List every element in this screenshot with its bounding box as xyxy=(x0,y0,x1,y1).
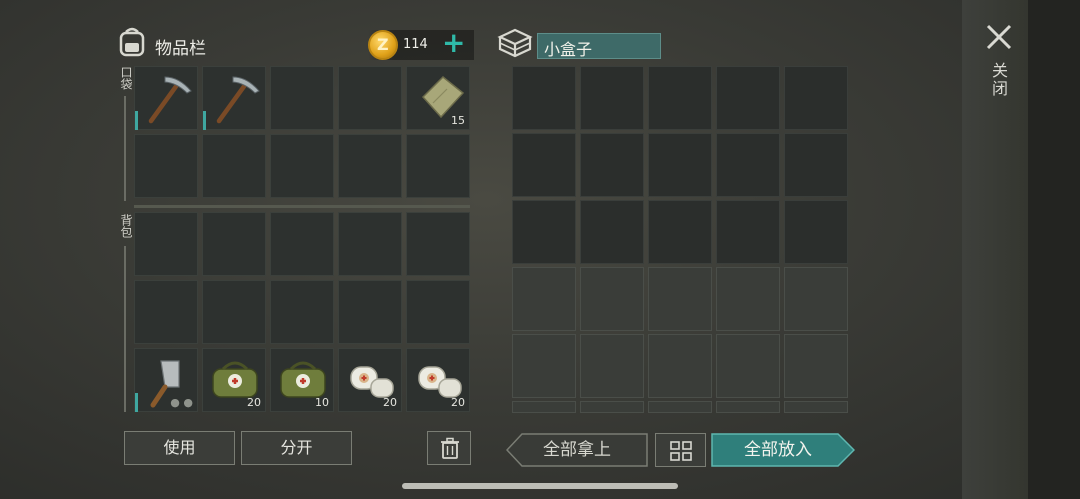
locked-slot xyxy=(716,267,780,331)
container-slot[interactable] xyxy=(580,200,644,264)
put-all-label: 全部放入 xyxy=(744,440,812,460)
container-slot[interactable] xyxy=(512,200,576,264)
item-count: 10 xyxy=(315,396,329,409)
container-slot[interactable] xyxy=(784,200,848,264)
coin-count: 114 xyxy=(403,37,428,52)
inventory-slot[interactable]: ● ● xyxy=(134,348,198,412)
inventory-slot[interactable] xyxy=(134,280,198,344)
inventory-slot[interactable] xyxy=(406,212,470,276)
locked-slot xyxy=(648,334,712,398)
trash-icon xyxy=(441,437,459,459)
locked-slot xyxy=(512,334,576,398)
inventory-slot[interactable]: 20 xyxy=(202,348,266,412)
item-count: 20 xyxy=(451,396,465,409)
locked-slot xyxy=(580,267,644,331)
take-all-label: 全部拿上 xyxy=(543,440,611,460)
backpack-label: 背包 xyxy=(119,214,133,238)
inventory-slot[interactable] xyxy=(270,212,334,276)
coin-counter: 114 + xyxy=(368,28,474,60)
inventory-slot[interactable] xyxy=(134,66,198,130)
inventory-slot[interactable]: 10 xyxy=(270,348,334,412)
inventory-slot[interactable] xyxy=(270,134,334,198)
container-slot[interactable] xyxy=(784,133,848,197)
box-icon xyxy=(497,28,533,58)
add-coins-button[interactable]: + xyxy=(442,28,465,58)
coin-icon xyxy=(368,30,398,60)
section-divider xyxy=(134,205,470,208)
inventory-slot[interactable] xyxy=(406,280,470,344)
container-slot[interactable] xyxy=(580,133,644,197)
inventory-slot[interactable]: 20 xyxy=(338,348,402,412)
locked-slot xyxy=(784,401,848,413)
home-indicator[interactable] xyxy=(402,483,678,489)
inventory-slot[interactable] xyxy=(338,66,402,130)
locked-slot xyxy=(716,401,780,413)
container-slot[interactable] xyxy=(716,66,780,130)
inventory-slot[interactable] xyxy=(270,280,334,344)
item-count: 15 xyxy=(451,114,465,127)
locked-slot xyxy=(580,401,644,413)
use-button[interactable]: 使用 xyxy=(124,431,235,465)
inventory-slot[interactable] xyxy=(338,134,402,198)
inventory-slot[interactable]: 20 xyxy=(406,348,470,412)
sort-button[interactable] xyxy=(655,433,706,467)
take-all-button[interactable]: 全部拿上 xyxy=(506,433,648,467)
item-count: 20 xyxy=(383,396,397,409)
container-slot[interactable] xyxy=(648,200,712,264)
locked-slot xyxy=(784,267,848,331)
edge-panel xyxy=(1028,0,1080,499)
inventory-slot[interactable] xyxy=(406,134,470,198)
inventory-slot[interactable] xyxy=(202,66,266,130)
backpack-bracket xyxy=(124,246,126,412)
container-slot[interactable] xyxy=(784,66,848,130)
locked-slot xyxy=(784,334,848,398)
inventory-slot[interactable] xyxy=(134,212,198,276)
inventory-slot[interactable] xyxy=(202,212,266,276)
item-count: 20 xyxy=(247,396,261,409)
inventory-slot[interactable] xyxy=(202,134,266,198)
close-button[interactable] xyxy=(982,20,1016,54)
container-slot[interactable] xyxy=(648,66,712,130)
locked-slot xyxy=(580,334,644,398)
close-icon xyxy=(986,24,1012,50)
close-label[interactable]: 关闭 xyxy=(986,62,1010,98)
container-slot[interactable] xyxy=(648,133,712,197)
pickaxe-icon xyxy=(148,76,192,124)
locked-slot xyxy=(512,401,576,413)
sort-grid-icon xyxy=(670,441,692,461)
locked-slot xyxy=(716,334,780,398)
container-slot[interactable] xyxy=(512,66,576,130)
container-slot[interactable] xyxy=(716,133,780,197)
inventory-slot[interactable] xyxy=(202,280,266,344)
locked-slot xyxy=(648,267,712,331)
locked-slot xyxy=(648,401,712,413)
split-button[interactable]: 分开 xyxy=(241,431,352,465)
pickaxe-icon xyxy=(216,76,260,124)
container-name-field[interactable]: 小盒子 xyxy=(537,33,661,59)
container-slot[interactable] xyxy=(716,200,780,264)
inventory-slot[interactable] xyxy=(134,134,198,198)
durability-dots: ● ● xyxy=(170,396,193,409)
inventory-title: 物品栏 xyxy=(155,39,206,59)
inventory-slot[interactable] xyxy=(270,66,334,130)
locked-slot xyxy=(512,267,576,331)
inventory-slot[interactable] xyxy=(338,212,402,276)
inventory-slot[interactable] xyxy=(338,280,402,344)
put-all-button[interactable]: 全部放入 xyxy=(711,433,855,467)
pocket-bracket xyxy=(124,96,126,201)
backpack-icon xyxy=(119,27,145,57)
container-slot[interactable] xyxy=(580,66,644,130)
trash-button[interactable] xyxy=(427,431,471,465)
inventory-slot[interactable]: 15 xyxy=(406,66,470,130)
pocket-label: 口袋 xyxy=(119,66,133,90)
container-slot[interactable] xyxy=(512,133,576,197)
